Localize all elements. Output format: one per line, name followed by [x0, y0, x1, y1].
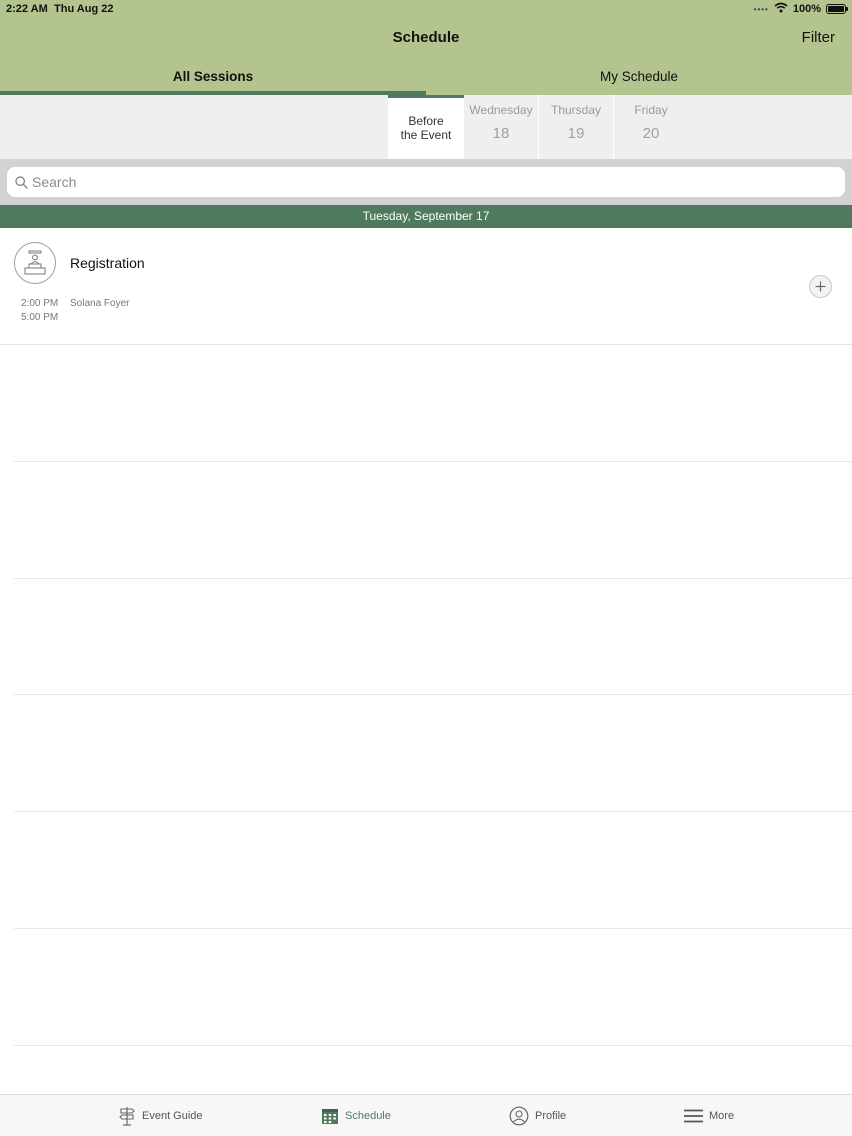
session-row[interactable]: Registration 2:00 PM 5:00 PM Solana Foye…	[0, 228, 852, 345]
add-to-schedule-button[interactable]	[809, 275, 832, 298]
battery-icon	[826, 4, 848, 14]
status-bar: 2:22 AM Thu Aug 22 •••• 100%	[0, 0, 852, 18]
tab-label: Event Guide	[142, 1110, 203, 1122]
row-divider	[14, 1045, 852, 1046]
tab-label: Profile	[535, 1110, 567, 1122]
wifi-icon	[774, 2, 788, 16]
day-wednesday[interactable]: Wednesday 18	[463, 95, 538, 159]
day-selected-indicator	[388, 95, 464, 98]
search-icon	[14, 175, 28, 189]
session-location: Solana Foyer	[70, 298, 130, 309]
tab-label: Schedule	[345, 1110, 391, 1122]
day-friday[interactable]: Friday 20	[613, 95, 688, 159]
day-before-event[interactable]: Before the Event	[388, 98, 463, 159]
day-label: Thursday	[550, 103, 602, 117]
menu-icon	[684, 1109, 703, 1123]
day-label: Friday	[634, 103, 668, 117]
page-title: Schedule	[392, 29, 460, 46]
search-bar: Search	[0, 159, 852, 205]
registration-desk-icon	[14, 242, 56, 284]
battery-percent: 100%	[792, 3, 821, 15]
session-end-time: 5:00 PM	[21, 312, 59, 323]
session-title: Registration	[70, 255, 145, 271]
row-divider	[14, 694, 852, 695]
person-icon	[509, 1106, 529, 1126]
top-bar: 2:22 AM Thu Aug 22 •••• 100% Schedule Fi…	[0, 0, 852, 95]
search-placeholder: Search	[32, 174, 77, 190]
plus-icon	[815, 281, 826, 292]
signpost-icon	[119, 1107, 135, 1126]
search-input[interactable]: Search	[7, 167, 845, 197]
tab-more[interactable]: More	[684, 1095, 734, 1136]
day-label: Before the Event	[400, 114, 452, 142]
date-section-header: Tuesday, September 17	[0, 205, 852, 228]
status-date: Thu Aug 22	[54, 3, 114, 15]
tab-event-guide[interactable]: Event Guide	[118, 1095, 203, 1136]
signal-dots-icon: ••••	[753, 4, 769, 14]
tab-label: More	[709, 1110, 735, 1122]
filter-button[interactable]: Filter	[802, 29, 835, 46]
row-divider	[14, 928, 852, 929]
tab-my-schedule[interactable]: My Schedule	[426, 69, 852, 84]
calendar-icon	[322, 1109, 338, 1124]
bottom-tab-bar: Event Guide Schedule Profile More	[0, 1094, 852, 1136]
day-label: Wednesday	[469, 103, 533, 117]
status-time: 2:22 AM	[6, 3, 48, 15]
day-selector: Before the Event Wednesday 18 Thursday 1…	[0, 95, 852, 159]
row-divider	[14, 578, 852, 579]
status-right: •••• 100%	[753, 2, 848, 16]
day-number: 19	[567, 125, 585, 142]
row-divider	[14, 461, 852, 462]
session-start-time: 2:00 PM	[21, 298, 59, 309]
row-divider	[14, 811, 852, 812]
tab-all-sessions[interactable]: All Sessions	[0, 69, 426, 84]
day-number: 18	[492, 125, 510, 142]
day-thursday[interactable]: Thursday 19	[538, 95, 613, 159]
tab-profile[interactable]: Profile	[509, 1095, 566, 1136]
tab-schedule[interactable]: Schedule	[321, 1095, 391, 1136]
day-number: 20	[642, 125, 660, 142]
